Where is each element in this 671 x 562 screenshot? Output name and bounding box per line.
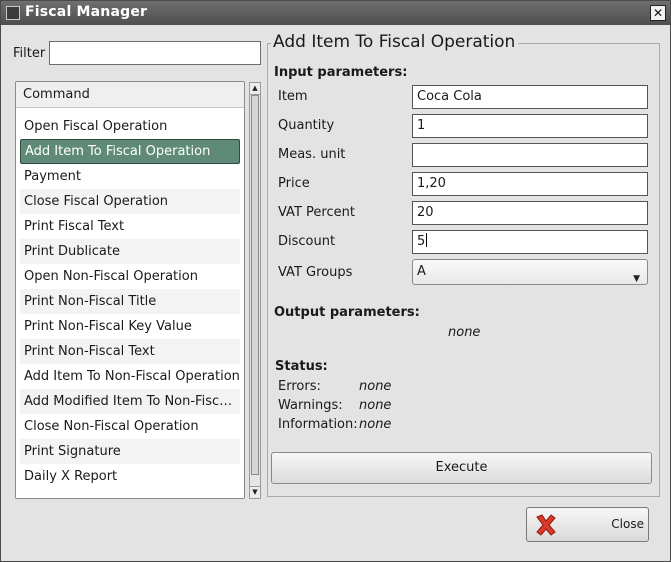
errors-value: none xyxy=(359,379,392,394)
command-panel: Filter Command Open Fiscal Operation Add… xyxy=(13,39,263,499)
command-column-header[interactable]: Command xyxy=(16,82,244,108)
filter-label: Filter xyxy=(13,46,46,61)
list-item[interactable]: Add Item To Non-Fiscal Operation xyxy=(20,364,240,389)
command-list: Command Open Fiscal Operation Add Item T… xyxy=(15,81,245,499)
app-icon xyxy=(6,6,20,20)
output-parameters-heading: Output parameters: xyxy=(274,305,420,320)
status-label: Warnings: xyxy=(278,398,343,413)
discount-field[interactable]: 5 xyxy=(412,230,648,254)
vat-groups-selected-value: A xyxy=(417,264,426,279)
window-title: Fiscal Manager xyxy=(25,4,148,20)
param-label: VAT Percent xyxy=(278,205,355,220)
param-row-item: Item Coca Cola xyxy=(278,85,650,109)
param-row-discount: Discount 5 xyxy=(278,230,650,254)
command-list-scrollbar[interactable]: ▲ ▼ xyxy=(249,82,261,499)
status-label: Errors: xyxy=(278,379,321,394)
scroll-thumb[interactable] xyxy=(251,95,259,475)
list-item[interactable]: Payment xyxy=(20,164,240,189)
list-item[interactable]: Print Non-Fiscal Text xyxy=(20,339,240,364)
fiscal-manager-window: Fiscal Manager ✕ Filter Command Open Fis… xyxy=(0,0,671,562)
param-label: Meas. unit xyxy=(278,147,346,162)
list-item[interactable]: Daily X Report xyxy=(20,464,240,489)
filter-input[interactable] xyxy=(49,41,261,65)
title-bar[interactable]: Fiscal Manager ✕ xyxy=(1,1,670,25)
status-heading: Status: xyxy=(275,359,328,374)
discount-value: 5 xyxy=(417,234,426,249)
list-item[interactable]: Add Modified Item To Non-Fiscal... xyxy=(20,389,240,414)
status-label: Information: xyxy=(278,417,358,432)
output-value: none xyxy=(448,325,481,340)
window-close-icon[interactable]: ✕ xyxy=(650,5,666,21)
red-x-icon xyxy=(536,514,556,536)
param-label: Discount xyxy=(278,234,336,249)
scroll-down-arrow-icon[interactable]: ▼ xyxy=(250,486,260,498)
warnings-value: none xyxy=(359,398,392,413)
list-item-selected[interactable]: Add Item To Fiscal Operation xyxy=(20,139,240,164)
list-item[interactable]: Print Non-Fiscal Key Value xyxy=(20,314,240,339)
param-row-vat-percent: VAT Percent 20 xyxy=(278,201,650,225)
param-row-vat-groups: VAT Groups A ▼ xyxy=(278,259,650,285)
param-row-meas-unit: Meas. unit xyxy=(278,143,650,167)
vat-groups-select[interactable]: A ▼ xyxy=(412,259,648,285)
operation-title: Add Item To Fiscal Operation xyxy=(271,32,519,52)
scroll-up-arrow-icon[interactable]: ▲ xyxy=(250,83,260,95)
text-caret xyxy=(426,233,428,247)
list-item[interactable]: Open Non-Fiscal Operation xyxy=(20,264,240,289)
list-item[interactable]: Print Dublicate xyxy=(20,239,240,264)
param-label: Price xyxy=(278,176,310,191)
list-item[interactable]: Close Fiscal Operation xyxy=(20,189,240,214)
dropdown-arrow-icon: ▼ xyxy=(633,274,640,284)
param-label: Quantity xyxy=(278,118,335,133)
param-label: VAT Groups xyxy=(278,265,353,280)
close-button[interactable]: Close xyxy=(526,507,649,542)
quantity-field[interactable]: 1 xyxy=(412,114,648,138)
list-item[interactable]: Print Signature xyxy=(20,439,240,464)
input-parameters-heading: Input parameters: xyxy=(274,65,408,80)
information-value: none xyxy=(359,417,392,432)
item-field[interactable]: Coca Cola xyxy=(412,85,648,109)
list-item[interactable]: Print Fiscal Text xyxy=(20,214,240,239)
param-row-quantity: Quantity 1 xyxy=(278,114,650,138)
meas-unit-field[interactable] xyxy=(412,143,648,167)
price-field[interactable]: 1,20 xyxy=(412,172,648,196)
param-row-price: Price 1,20 xyxy=(278,172,650,196)
param-label: Item xyxy=(278,89,308,104)
vat-percent-field[interactable]: 20 xyxy=(412,201,648,225)
list-item[interactable]: Print Non-Fiscal Title xyxy=(20,289,240,314)
close-button-label: Close xyxy=(611,517,644,531)
list-item[interactable]: Close Non-Fiscal Operation xyxy=(20,414,240,439)
list-item[interactable]: Open Fiscal Operation xyxy=(20,114,240,139)
execute-button[interactable]: Execute xyxy=(271,452,652,484)
